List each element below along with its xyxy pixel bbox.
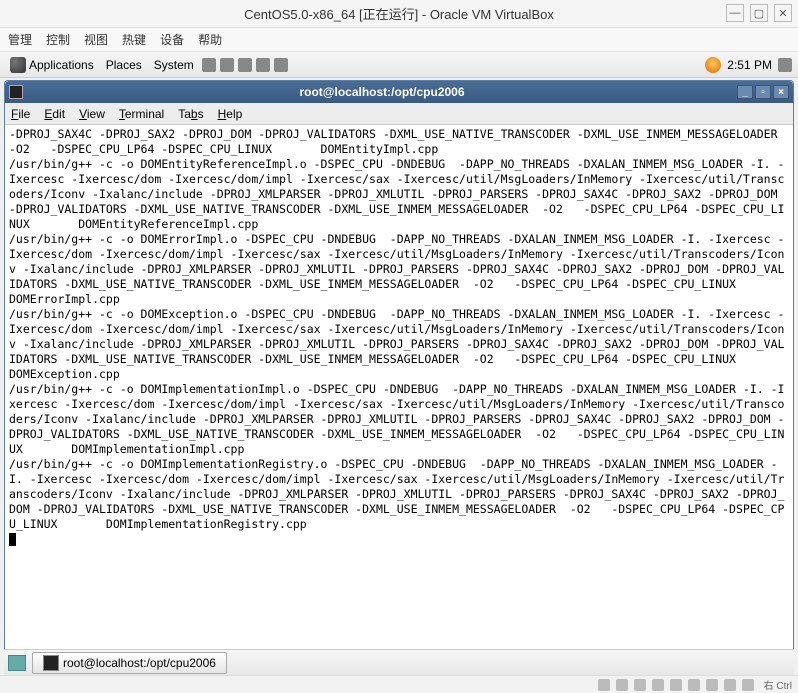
vb-menu-devices[interactable]: 设备 xyxy=(160,31,184,48)
vb-minimize-button[interactable]: — xyxy=(726,4,744,22)
vb-status-shared-icon[interactable] xyxy=(688,679,700,691)
terminal-app-icon xyxy=(9,85,23,99)
volume-icon[interactable] xyxy=(778,58,792,72)
vb-status-cd-icon[interactable] xyxy=(616,679,628,691)
update-notifier-icon[interactable] xyxy=(705,57,721,73)
term-menu-view[interactable]: View xyxy=(79,107,105,121)
show-desktop-button[interactable] xyxy=(8,655,26,671)
vb-status-mouse-icon[interactable] xyxy=(742,679,754,691)
vb-status-display-icon[interactable] xyxy=(706,679,718,691)
term-menu-help[interactable]: Help xyxy=(218,107,243,121)
vb-maximize-button[interactable]: ▢ xyxy=(750,4,768,22)
vb-hostkey-indicator: 右 Ctrl xyxy=(764,677,792,692)
terminal-maximize-button[interactable]: ▫ xyxy=(755,85,771,99)
terminal-cursor xyxy=(9,533,16,546)
gnome-foot-icon xyxy=(10,57,26,73)
virtualbox-statusbar: 右 Ctrl xyxy=(0,675,798,693)
vb-status-audio-icon[interactable] xyxy=(634,679,646,691)
taskbar-item-label: root@localhost:/opt/cpu2006 xyxy=(63,656,216,670)
vb-menu-control[interactable]: 控制 xyxy=(46,31,70,48)
term-menu-file[interactable]: File xyxy=(11,107,30,121)
terminal-window: root@localhost:/opt/cpu2006 _ ▫ × File E… xyxy=(4,80,794,652)
vb-status-net-icon[interactable] xyxy=(652,679,664,691)
term-menu-edit[interactable]: Edit xyxy=(44,107,65,121)
taskbar-terminal-button[interactable]: root@localhost:/opt/cpu2006 xyxy=(32,652,227,674)
gnome-applications-menu[interactable]: Applications xyxy=(6,57,98,73)
launcher-icon-5[interactable] xyxy=(274,58,288,72)
gnome-bottom-panel: root@localhost:/opt/cpu2006 xyxy=(4,649,794,675)
launcher-icon-1[interactable] xyxy=(202,58,216,72)
virtualbox-menubar: 管理 控制 视图 热键 设备 帮助 xyxy=(0,28,798,52)
launcher-icon-2[interactable] xyxy=(220,58,234,72)
vb-status-usb-icon[interactable] xyxy=(670,679,682,691)
terminal-minimize-button[interactable]: _ xyxy=(737,85,753,99)
terminal-title: root@localhost:/opt/cpu2006 xyxy=(27,85,737,99)
terminal-icon xyxy=(43,655,59,671)
launcher-icon-3[interactable] xyxy=(238,58,252,72)
terminal-close-button[interactable]: × xyxy=(773,85,789,99)
vb-menu-help[interactable]: 帮助 xyxy=(198,31,222,48)
vb-menu-view[interactable]: 视图 xyxy=(84,31,108,48)
terminal-body[interactable]: -DPROJ_SAX4C -DPROJ_SAX2 -DPROJ_DOM -DPR… xyxy=(5,125,793,651)
vb-status-record-icon[interactable] xyxy=(724,679,736,691)
gnome-top-panel: Applications Places System 2:51 PM xyxy=(0,52,798,78)
virtualbox-title: CentOS5.0-x86_64 [正在运行] - Oracle VM Virt… xyxy=(244,4,554,23)
gnome-places-menu[interactable]: Places xyxy=(102,58,146,72)
vb-menu-hotkey[interactable]: 热键 xyxy=(122,31,146,48)
terminal-titlebar[interactable]: root@localhost:/opt/cpu2006 _ ▫ × xyxy=(5,81,793,103)
term-menu-tabs[interactable]: Tabs xyxy=(178,107,203,121)
virtualbox-titlebar: CentOS5.0-x86_64 [正在运行] - Oracle VM Virt… xyxy=(0,0,798,28)
terminal-output: -DPROJ_SAX4C -DPROJ_SAX2 -DPROJ_DOM -DPR… xyxy=(9,127,791,531)
vb-status-hdd-icon[interactable] xyxy=(598,679,610,691)
clock[interactable]: 2:51 PM xyxy=(727,58,772,72)
launcher-icon-4[interactable] xyxy=(256,58,270,72)
gnome-system-menu[interactable]: System xyxy=(150,58,198,72)
vb-close-button[interactable]: ✕ xyxy=(774,4,792,22)
term-menu-terminal[interactable]: Terminal xyxy=(119,107,164,121)
vb-menu-manage[interactable]: 管理 xyxy=(8,31,32,48)
terminal-menubar: File Edit View Terminal Tabs Help xyxy=(5,103,793,125)
